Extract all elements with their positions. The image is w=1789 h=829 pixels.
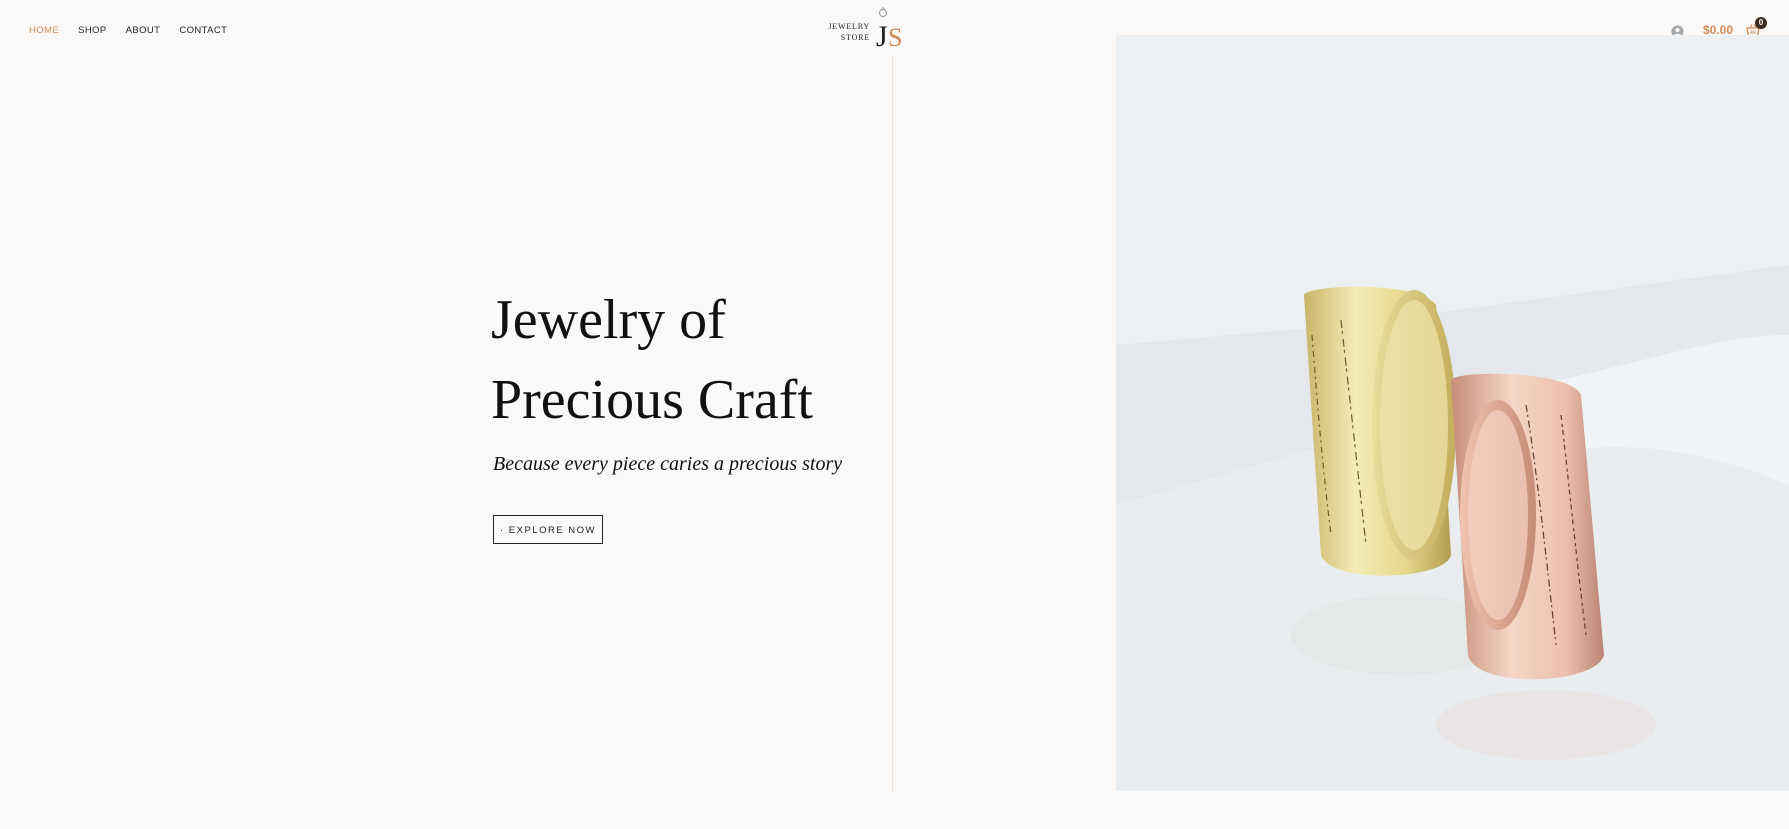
logo-line-store: STORE (840, 33, 870, 42)
hero-title: Jewelry of Precious Craft (491, 280, 851, 440)
logo-monogram-j: J (876, 20, 888, 53)
logo-line-jewelry: JEWELRY (828, 22, 870, 31)
hero-title-line-2: Precious Craft (491, 369, 813, 431)
logo-monogram-s: S (888, 23, 902, 52)
nav-contact[interactable]: CONTACT (179, 25, 227, 37)
hero-subtitle: Because every piece caries a precious st… (493, 453, 843, 475)
nav-about[interactable]: ABOUT (126, 25, 161, 37)
nav-home[interactable]: HOME (29, 25, 59, 37)
main-nav: HOME SHOP ABOUT CONTACT (29, 25, 246, 37)
site-logo[interactable]: JEWELRY STORE J S (828, 6, 912, 56)
hero-title-line-1: Jewelry of (491, 289, 726, 351)
nav-shop[interactable]: SHOP (78, 25, 107, 37)
logo-wordmark: JEWELRY STORE (828, 21, 870, 43)
cart-count-badge: 0 (1755, 17, 1767, 29)
logo-monogram-icon: J S (876, 6, 902, 53)
explore-now-button[interactable]: · EXPLORE NOW (493, 515, 603, 544)
hero-image (1116, 35, 1789, 791)
rings-illustration (1116, 35, 1789, 791)
center-divider (892, 56, 893, 792)
page: HOME SHOP ABOUT CONTACT JEWELRY STORE J … (0, 0, 1789, 829)
